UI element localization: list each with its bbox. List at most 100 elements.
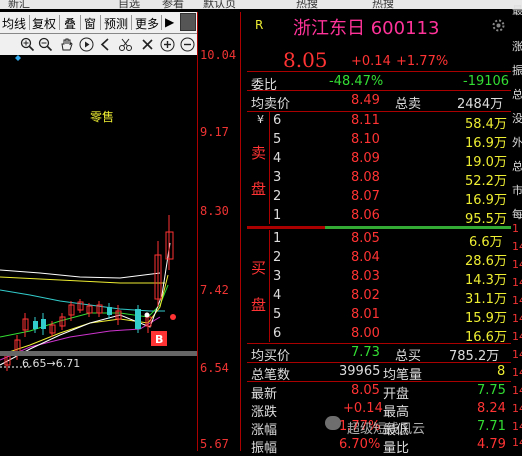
buy-level: 6 <box>273 326 282 341</box>
top-menu-item[interactable]: 热搜 <box>372 0 394 9</box>
price-tick: 10.04 <box>200 48 237 62</box>
buy-level: 2 <box>273 250 282 265</box>
stat-value: 6.70% <box>339 437 381 452</box>
sell-volume: 95.5万 <box>465 212 507 227</box>
sell-price: 8.08 <box>351 170 380 185</box>
sell-level: 2 <box>273 189 282 204</box>
edge-text: 每 <box>512 208 522 221</box>
sell-level: 3 <box>273 170 282 185</box>
buy-level: 5 <box>273 307 282 322</box>
edge-text: 外 <box>512 136 522 149</box>
avg-sell-label: 均卖价 <box>251 97 291 112</box>
top-menu-item[interactable]: 热搜 <box>296 0 318 9</box>
subtract-icon[interactable] <box>180 37 195 52</box>
stat-value: +0.14 <box>343 401 383 416</box>
top-menu-item[interactable]: 参看 <box>162 0 184 9</box>
adjust-button[interactable]: 复权 <box>32 15 56 32</box>
buy-price: 8.01 <box>351 307 380 322</box>
avg-per-trade-value: 8 <box>497 364 506 379</box>
retail-label: 零售 <box>90 109 114 124</box>
buy-volume: 31.1万 <box>465 292 507 307</box>
edge-text: 最 <box>512 4 522 17</box>
sell-side-mark: ¥ <box>257 113 264 126</box>
forecast-button[interactable]: 预测 <box>104 15 128 32</box>
export-icon[interactable] <box>180 13 196 31</box>
sell-volume: 16.9万 <box>465 193 507 208</box>
more-button[interactable]: 更多 <box>135 15 159 32</box>
buy-signal-dot <box>144 312 150 318</box>
arrow-left-icon[interactable] <box>98 37 113 52</box>
stat-value: 7.71 <box>477 419 506 434</box>
buy-level: 4 <box>273 288 282 303</box>
sell-price: 8.07 <box>351 189 380 204</box>
scissors-icon[interactable] <box>118 37 133 52</box>
divider <box>247 111 511 112</box>
sell-signal-dot <box>170 314 176 320</box>
panel-divider <box>240 12 241 451</box>
sell-price: 8.10 <box>351 132 380 147</box>
buy-side-divider <box>269 230 270 342</box>
expand-arrow-icon[interactable]: ▶ <box>165 15 174 29</box>
price-tick: 8.30 <box>200 204 229 218</box>
divider <box>247 71 511 72</box>
edge-text: 市 <box>512 184 522 197</box>
edge-text: 14 <box>512 330 522 343</box>
buy-price: 8.03 <box>351 269 380 284</box>
sell-price: 8.09 <box>351 151 380 166</box>
sell-volume: 58.4万 <box>465 117 507 132</box>
kline-chart[interactable]: 零售 B 6.65→6.71 <box>0 55 198 451</box>
window-button[interactable]: 窗 <box>84 15 96 32</box>
zoom-in-icon[interactable] <box>20 37 35 52</box>
stat-label: 开盘 <box>383 387 410 402</box>
total-sell-label: 总卖 <box>395 97 422 112</box>
edge-text: 涨 <box>512 40 522 53</box>
total-trades-value: 39965 <box>339 364 381 379</box>
sell-volume: 16.9万 <box>465 136 507 151</box>
buy-level: 1 <box>273 231 282 246</box>
divider <box>247 90 511 91</box>
price-change-pct: +1.77% <box>396 54 449 69</box>
toolbar-divider <box>100 15 101 30</box>
b-marker: B <box>155 333 163 346</box>
buy-level: 3 <box>273 269 282 284</box>
stat-label: 涨幅 <box>251 423 278 438</box>
top-menu-item[interactable]: 默认页 <box>203 0 236 9</box>
edge-text: 14 <box>512 402 522 415</box>
weibi-value: -48.47% <box>329 74 384 89</box>
sell-price: 8.06 <box>351 208 380 223</box>
avg-buy-value: 7.73 <box>351 345 380 360</box>
overlay-button[interactable]: 叠 <box>64 15 76 32</box>
edge-text: 振 <box>512 64 522 77</box>
delete-icon[interactable] <box>140 37 155 52</box>
stat-value: 8.24 <box>477 401 506 416</box>
top-menu-item[interactable]: 新汇 <box>8 0 30 9</box>
top-menu-strip: 新汇 自选 参看 默认页 热搜 热搜 <box>0 0 522 9</box>
ma-button[interactable]: 均线 <box>2 15 26 32</box>
buy-price: 8.04 <box>351 250 380 265</box>
edge-text: 14 <box>512 276 522 289</box>
divider <box>247 343 511 344</box>
toolbar-divider <box>59 15 60 30</box>
add-icon[interactable] <box>160 37 175 52</box>
range-label: 6.65→6.71 <box>22 357 80 370</box>
sell-price: 8.11 <box>351 113 380 128</box>
stat-value: 7.75 <box>477 383 506 398</box>
top-menu-item[interactable]: 自选 <box>118 0 140 9</box>
sell-side-char: 盘 <box>251 180 267 198</box>
sell-level: 6 <box>273 113 282 128</box>
edge-text: 总 <box>512 88 522 101</box>
watermark: 超级短线风云 <box>347 422 426 437</box>
hand-icon[interactable] <box>59 37 74 52</box>
avg-sell-value: 8.49 <box>351 93 380 108</box>
settings-gear-icon[interactable] <box>491 18 506 33</box>
price-tick: 5.67 <box>200 437 229 451</box>
toolbar-divider <box>80 15 81 30</box>
axis-divider <box>197 12 198 451</box>
edge-text: 14 <box>512 348 522 361</box>
price-tick: 7.42 <box>200 283 229 297</box>
sell-side-char: 卖 <box>251 144 267 162</box>
sell-level: 1 <box>273 208 282 223</box>
play-icon[interactable] <box>79 37 94 52</box>
zoom-out-icon[interactable] <box>38 37 53 52</box>
sell-level: 5 <box>273 132 282 147</box>
